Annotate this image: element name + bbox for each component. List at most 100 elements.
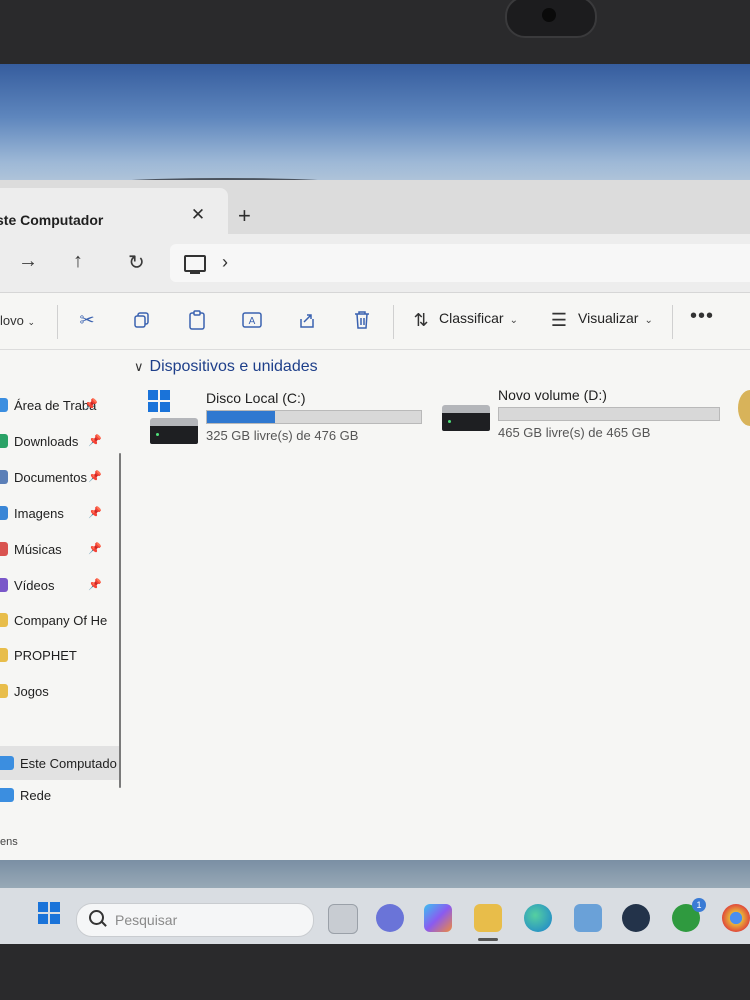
drive-free-space: 325 GB livre(s) de 476 GB <box>206 428 359 443</box>
sidebar-item-jogos[interactable]: Jogos <box>0 676 120 706</box>
sidebar-item-label: Músicas <box>14 541 62 557</box>
pin-icon: 📌 <box>88 579 102 591</box>
divider <box>393 305 394 339</box>
sidebar-item-company-of-heroes[interactable]: Company Of He <box>0 605 120 635</box>
section-header-devices[interactable]: ∨ Dispositivos e unidades <box>134 358 318 376</box>
divider <box>57 305 58 339</box>
sidebar-item-label: Downloads <box>14 433 79 449</box>
tab-bar: ste Computador ✕ + <box>0 180 750 234</box>
task-view-icon[interactable] <box>328 904 358 934</box>
sort-button[interactable]: Classificar ⌄ <box>439 310 518 326</box>
drive-d[interactable]: Novo volume (D:) 465 GB livre(s) de 465 … <box>440 387 730 447</box>
network-icon <box>0 788 14 802</box>
sidebar-item-area-de-trabalho[interactable]: Área de Traba 📌 <box>0 390 120 420</box>
sidebar-item-downloads[interactable]: Downloads 📌 <box>0 426 120 456</box>
pin-icon: 📌 <box>88 471 102 483</box>
sidebar-item-rede[interactable]: Rede <box>0 780 120 810</box>
pin-icon: 📌 <box>88 435 102 447</box>
drive-usage-bar <box>206 410 422 424</box>
steam-icon[interactable] <box>622 904 650 932</box>
close-tab-icon[interactable]: ✕ <box>188 205 208 225</box>
sidebar-item-label: Company Of He <box>14 612 108 628</box>
sort-button-label: Classificar <box>439 310 504 326</box>
documents-icon <box>0 470 8 484</box>
delete-icon[interactable] <box>351 309 373 331</box>
folder-icon <box>0 684 8 698</box>
search-icon <box>89 910 104 925</box>
screen-bezel-top <box>0 0 750 72</box>
microsoft-store-icon[interactable] <box>574 904 602 932</box>
svg-text:A: A <box>249 316 256 327</box>
sidebar-item-prophet[interactable]: PROPHET <box>0 640 120 670</box>
forward-icon[interactable]: → <box>18 250 38 273</box>
status-bar-text: ens <box>0 836 18 848</box>
drive-name: Disco Local (C:) <box>206 390 306 406</box>
drive-usage-fill <box>207 411 276 423</box>
tab-title: ste Computador <box>0 212 104 228</box>
sort-icon: ⇅ <box>413 309 429 330</box>
hard-drive-icon <box>150 418 198 444</box>
view-icon: ☰ <box>550 309 568 330</box>
sidebar-item-label: Rede <box>20 787 52 803</box>
copilot-icon[interactable] <box>424 904 452 932</box>
drive-usage-bar <box>498 407 720 421</box>
drive-icon-partial[interactable] <box>738 390 750 426</box>
notification-badge: 1 <box>692 898 706 912</box>
hard-drive-icon <box>442 405 490 431</box>
sidebar-item-videos[interactable]: Vídeos 📌 <box>0 570 120 600</box>
up-icon[interactable]: ↑ <box>73 250 83 273</box>
pin-icon: 📌 <box>88 543 102 555</box>
windows-logo-icon <box>148 390 170 412</box>
active-app-indicator <box>478 938 498 941</box>
videos-icon <box>0 578 8 592</box>
more-options-icon[interactable]: ••• <box>690 305 714 328</box>
folder-icon <box>0 613 8 627</box>
view-button-label: Visualizar <box>578 310 639 326</box>
chevron-down-icon: ∨ <box>134 359 144 374</box>
drive-name: Novo volume (D:) <box>498 387 607 403</box>
view-button[interactable]: Visualizar ⌄ <box>578 310 653 326</box>
chevron-down-icon: ⌄ <box>644 315 653 326</box>
pin-icon: 📌 <box>84 399 98 411</box>
search-placeholder: Pesquisar <box>115 912 178 928</box>
copy-icon[interactable] <box>131 309 153 331</box>
cut-icon[interactable]: ✂ <box>76 309 98 331</box>
new-button[interactable]: lovo ⌄ <box>0 313 35 328</box>
start-button[interactable] <box>38 902 60 924</box>
sidebar-scrollbar[interactable] <box>119 453 121 788</box>
meet-icon[interactable] <box>376 904 404 932</box>
share-icon[interactable] <box>296 309 318 331</box>
file-explorer-window: ste Computador ✕ + → ↑ ↻ › lovo ⌄ ✂ A ⇅ … <box>0 180 750 860</box>
sidebar-item-label: Vídeos <box>14 577 55 593</box>
chrome-icon[interactable] <box>722 904 750 932</box>
rename-icon[interactable]: A <box>241 309 263 331</box>
sidebar-item-label: Jogos <box>14 683 49 699</box>
desktop-icon <box>0 398 8 412</box>
screen-bezel-bottom <box>0 944 750 1000</box>
taskbar: Pesquisar 1 <box>0 888 750 944</box>
edge-icon[interactable] <box>524 904 552 932</box>
pin-icon: 📌 <box>88 507 102 519</box>
sidebar-item-musicas[interactable]: Músicas 📌 <box>0 534 120 564</box>
taskbar-search-box[interactable]: Pesquisar <box>76 903 314 937</box>
file-explorer-icon[interactable] <box>474 904 502 932</box>
paste-icon[interactable] <box>186 309 208 331</box>
folder-icon <box>0 648 8 662</box>
sidebar-item-documentos[interactable]: Documentos 📌 <box>0 462 120 492</box>
webcam-lens <box>542 8 556 22</box>
refresh-icon[interactable]: ↻ <box>128 250 145 275</box>
command-bar: lovo ⌄ ✂ A ⇅ Classificar ⌄ ☰ Visualizar ⌄ … <box>0 293 750 350</box>
sidebar-item-imagens[interactable]: Imagens 📌 <box>0 498 120 528</box>
downloads-icon <box>0 434 8 448</box>
pictures-icon <box>0 506 8 520</box>
drive-c[interactable]: Disco Local (C:) 325 GB livre(s) de 476 … <box>148 390 428 450</box>
sidebar-item-label: PROPHET <box>14 647 77 663</box>
new-tab-icon[interactable]: + <box>238 203 251 229</box>
sidebar-item-label: Documentos <box>14 469 87 485</box>
address-bar[interactable]: › <box>170 244 750 282</box>
breadcrumb-chevron-icon[interactable]: › <box>222 252 228 273</box>
sidebar-item-este-computador[interactable]: Este Computado <box>0 746 120 780</box>
chevron-down-icon: ⌄ <box>27 317 36 327</box>
desktop-wallpaper-bottom <box>0 860 750 890</box>
sidebar-item-label: Imagens <box>14 505 64 521</box>
